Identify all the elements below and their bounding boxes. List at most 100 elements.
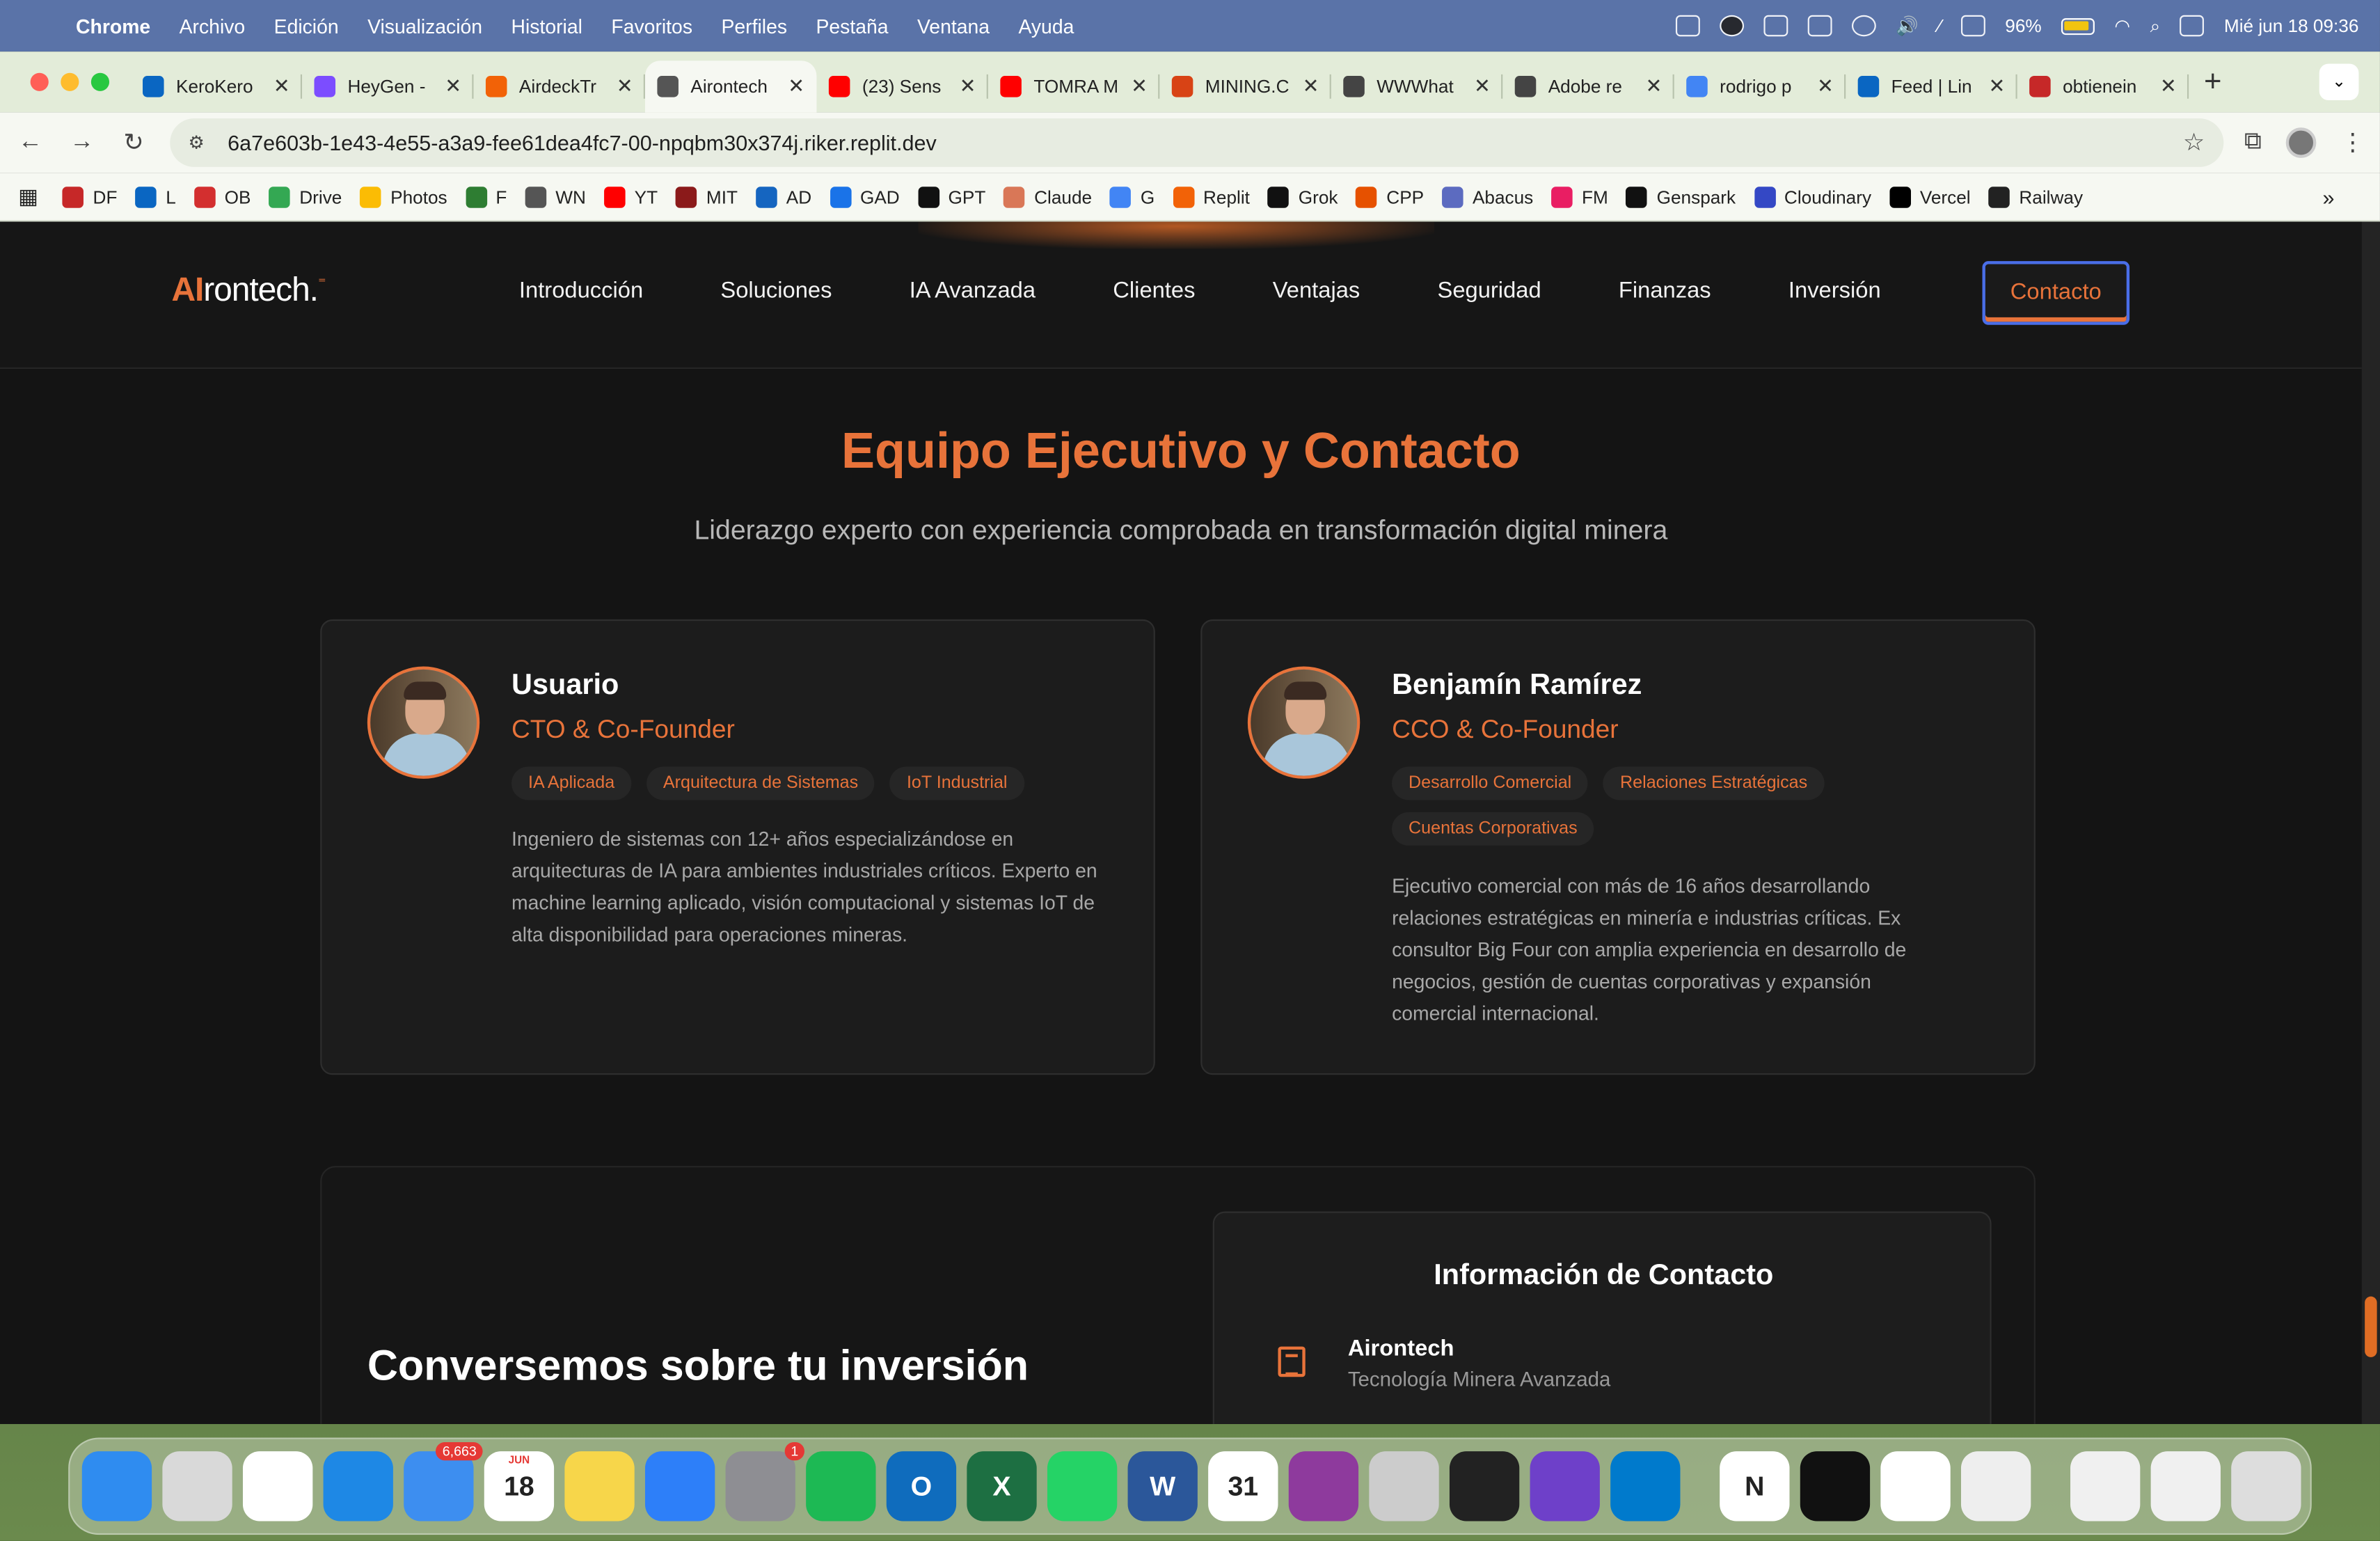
bookmark-star-icon[interactable]: ☆	[2183, 127, 2205, 158]
bookmark-ad[interactable]: AD	[747, 178, 820, 214]
dock-phone-mirror-icon[interactable]	[1369, 1451, 1439, 1522]
play-icon[interactable]	[1852, 15, 1876, 37]
menu-visualización[interactable]: Visualización	[367, 15, 482, 38]
zoom-window-button[interactable]	[90, 72, 110, 91]
dock-txt-file-icon[interactable]	[2070, 1451, 2141, 1522]
bookmark-claude[interactable]: Claude	[994, 178, 1101, 214]
bookmark-abacus[interactable]: Abacus	[1433, 178, 1542, 214]
browser-tab[interactable]: HeyGen - ✕	[302, 61, 474, 112]
browser-tab[interactable]: obtienein ✕	[2017, 61, 2189, 112]
bookmark-fm[interactable]: FM	[1542, 178, 1617, 214]
dock-microsoft-store-icon[interactable]	[1880, 1451, 1951, 1522]
tab-close-icon[interactable]: ✕	[1131, 74, 1148, 99]
tab-close-icon[interactable]: ✕	[1817, 74, 1834, 99]
reload-icon[interactable]: ↻	[118, 127, 149, 158]
menu-edición[interactable]: Edición	[274, 15, 339, 38]
nav-link-0[interactable]: Introducción	[519, 278, 643, 303]
page-scrollbar[interactable]	[2361, 221, 2380, 1424]
browser-tab[interactable]: MINING.C ✕	[1159, 61, 1331, 112]
dock-calendar-icon[interactable]: JUN 18	[484, 1451, 555, 1522]
new-tab-button[interactable]: +	[2189, 65, 2237, 113]
audio-icon[interactable]	[1720, 15, 1745, 37]
forward-icon[interactable]: →	[67, 129, 97, 156]
browser-tab[interactable]: AirdeckTr ✕	[474, 61, 645, 112]
dock-finder-icon[interactable]	[81, 1451, 152, 1522]
tab-close-icon[interactable]: ✕	[2160, 74, 2177, 99]
dock-keynote-icon[interactable]	[644, 1451, 715, 1522]
site-logo[interactable]: AIrontech.⁼	[171, 270, 326, 310]
bookmark-vercel[interactable]: Vercel	[1880, 178, 1980, 214]
bookmark-drive[interactable]: Drive	[260, 178, 351, 214]
bookmark-railway[interactable]: Railway	[1980, 178, 2092, 214]
browser-tab[interactable]: (23) Sens ✕	[816, 61, 988, 112]
bookmark-grok[interactable]: Grok	[1259, 178, 1347, 214]
bookmark-yt[interactable]: YT	[595, 178, 667, 214]
address-bar[interactable]: ⚙ 6a7e603b-1e43-4e55-a3a9-fee61dea4fc7-0…	[170, 118, 2223, 167]
dock-word-icon[interactable]: W	[1127, 1451, 1198, 1522]
site-info-icon[interactable]: ⚙	[188, 132, 215, 154]
screen-mirror-icon[interactable]	[1763, 15, 1788, 37]
dock-trash-icon[interactable]	[2231, 1451, 2301, 1522]
url-text[interactable]: 6a7e603b-1e43-4e55-a3a9-fee61dea4fc7-00-…	[228, 131, 2183, 155]
dock-excel-icon[interactable]: X	[967, 1451, 1037, 1522]
menu-perfiles[interactable]: Perfiles	[721, 15, 787, 38]
tab-close-icon[interactable]: ✕	[273, 74, 290, 99]
tab-close-icon[interactable]: ✕	[1988, 74, 2005, 99]
browser-tab[interactable]: Feed | Lin ✕	[1846, 61, 2017, 112]
dock-preview-window-icon[interactable]	[2150, 1451, 2221, 1522]
drive-icon[interactable]	[1807, 15, 1832, 37]
browser-tab[interactable]: rodrigo p ✕	[1674, 61, 1846, 112]
menu-ayuda[interactable]: Ayuda	[1018, 15, 1074, 38]
menu-historial[interactable]: Historial	[511, 15, 582, 38]
dock-calendar-31-icon[interactable]: 31	[1208, 1451, 1278, 1522]
close-window-button[interactable]	[30, 72, 49, 91]
nav-link-4[interactable]: Ventajas	[1273, 278, 1360, 303]
bookmark-gpt[interactable]: GPT	[909, 178, 995, 214]
control-center-icon[interactable]	[2180, 15, 2205, 37]
dock-system-settings-icon[interactable]: 1	[725, 1442, 804, 1522]
browser-tab[interactable]: KeroKero ✕	[131, 61, 303, 112]
tab-close-icon[interactable]: ✕	[1303, 74, 1319, 99]
more-bookmarks-icon[interactable]: »	[2323, 184, 2335, 209]
browser-tab[interactable]: Airontech ✕	[644, 61, 817, 113]
browser-tab[interactable]: TOMRA M ✕	[988, 61, 1160, 112]
dock-github-desktop-icon[interactable]	[1530, 1451, 1600, 1522]
volume-icon[interactable]: 🔊	[1896, 15, 1919, 37]
menu-archivo[interactable]: Archivo	[180, 15, 246, 38]
tab-close-icon[interactable]: ✕	[1646, 74, 1663, 99]
nav-link-3[interactable]: Clientes	[1113, 278, 1195, 303]
dock-notion-icon[interactable]: N	[1720, 1451, 1790, 1522]
dock-textedit-icon[interactable]	[1960, 1451, 2031, 1522]
dock-spotify-icon[interactable]	[806, 1451, 876, 1522]
extensions-icon[interactable]: ⧉	[2244, 129, 2262, 156]
bookmark-replit[interactable]: Replit	[1164, 178, 1259, 214]
dock-outlook-icon[interactable]: O	[886, 1451, 957, 1522]
tab-close-icon[interactable]: ✕	[788, 74, 804, 99]
datetime[interactable]: Mié jun 18 09:36	[2224, 15, 2359, 37]
wifi-icon[interactable]: ◠	[2114, 15, 2130, 37]
more-menu-icon[interactable]: ⋮	[2340, 127, 2365, 158]
apps-grid-icon[interactable]: ▦	[18, 184, 38, 210]
bookmark-f[interactable]: F	[457, 178, 516, 214]
browser-tab[interactable]: WWWhat ✕	[1331, 61, 1503, 112]
menu-pestaña[interactable]: Pestaña	[816, 15, 888, 38]
bookmark-genspark[interactable]: Genspark	[1617, 178, 1745, 214]
dock-vscode-icon[interactable]	[1610, 1451, 1681, 1522]
bookmark-df[interactable]: DF	[54, 178, 127, 214]
tab-close-icon[interactable]: ✕	[445, 74, 461, 99]
menu-ventana[interactable]: Ventana	[917, 15, 990, 38]
profile-avatar[interactable]	[2285, 127, 2317, 158]
tab-search-button[interactable]: ⌄	[2319, 63, 2359, 100]
contact-nav-button[interactable]: Contacto	[1982, 261, 2130, 325]
mute-icon[interactable]: ⁄	[1938, 15, 1941, 37]
dock-mail-icon[interactable]: 6,663	[404, 1442, 483, 1522]
nav-link-7[interactable]: Inversión	[1788, 278, 1881, 303]
tab-close-icon[interactable]: ✕	[617, 74, 633, 99]
battery-icon[interactable]	[2061, 17, 2095, 35]
dock-safari-icon[interactable]	[323, 1451, 393, 1522]
scrollbar-thumb[interactable]	[2365, 1296, 2377, 1357]
search-icon[interactable]: ⌕	[2150, 15, 2161, 38]
menu-favoritos[interactable]: Favoritos	[611, 15, 692, 38]
bookmark-ob[interactable]: OB	[185, 178, 260, 214]
dock-webex-icon[interactable]	[1800, 1451, 1871, 1522]
